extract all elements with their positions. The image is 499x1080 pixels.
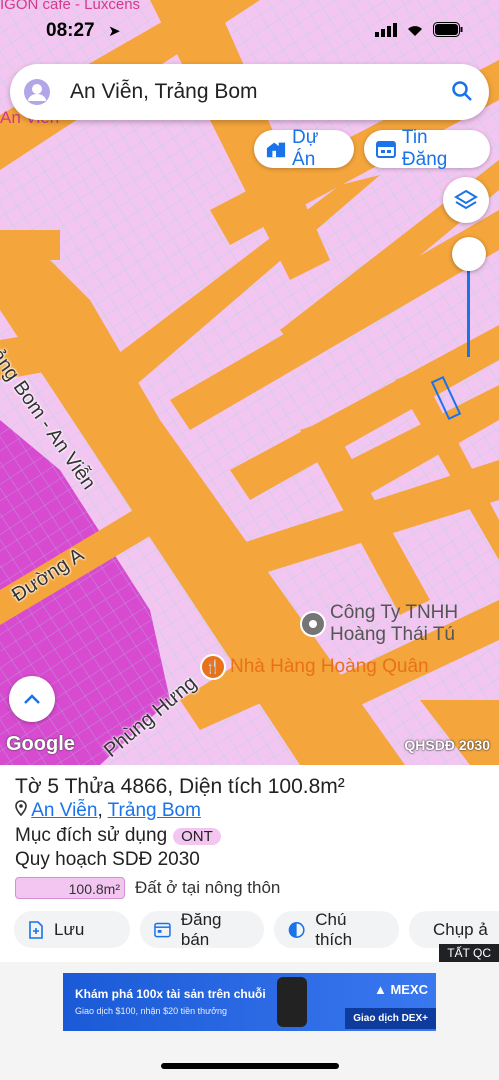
location-separator: , <box>97 800 103 821</box>
plan-label: Quy hoạch SDĐ 2030 <box>15 849 200 870</box>
place-pin-icon[interactable] <box>300 611 326 637</box>
expand-panel-button[interactable] <box>9 676 55 722</box>
wifi-icon <box>408 26 422 36</box>
chevron-up-icon <box>24 694 40 704</box>
home-indicator[interactable] <box>161 1063 339 1069</box>
location-pin-icon <box>15 800 27 817</box>
ad-brand: ▲ MEXC <box>374 982 428 997</box>
layers-icon <box>454 189 478 210</box>
background-label: IGON cafe - Luxcens <box>0 0 141 13</box>
add-file-icon <box>29 920 43 939</box>
du-an-button[interactable]: Dự Án <box>254 127 354 170</box>
mexc-logo-icon: ▲ <box>373 982 387 997</box>
restaurant-icon[interactable]: 🍴 <box>200 654 226 680</box>
ad-headline: Khám phá 100x tài sản trên chuỗi <box>75 987 266 1001</box>
contrast-icon <box>288 921 305 938</box>
location-arrow-icon: ➤ <box>108 23 121 40</box>
poi-cong-ty[interactable]: Công Ty TNHH Hoàng Thái Tú <box>330 602 458 646</box>
save-button[interactable]: Lưu <box>14 911 130 948</box>
google-logo: Google <box>6 733 75 755</box>
capture-label: Chụp ả <box>433 919 488 939</box>
calendar-icon <box>154 922 171 937</box>
calendar-icon <box>376 141 396 158</box>
purpose-row: Mục đích sử dụng ONT <box>15 825 221 847</box>
search-bar[interactable]: An Viễn, Trảng Bom <box>10 64 489 120</box>
layers-button[interactable] <box>443 177 489 223</box>
parcel-title: Tờ 5 Thửa 4866, Diện tích 100.8m² <box>15 775 345 798</box>
plan-legend: 100.8m² Đất ở tại nông thôn <box>15 876 280 900</box>
battery-icon <box>433 22 463 37</box>
du-an-label: Dự Án <box>292 127 319 170</box>
ad-subline: Giao dịch $100, nhận $20 tiền thưởng <box>75 1006 228 1016</box>
post-button[interactable]: Đăng bán <box>140 909 264 949</box>
poi-name-line1: Công Ty TNHH <box>330 602 459 623</box>
avatar-icon[interactable] <box>24 79 50 105</box>
post-label: Đăng bán <box>180 909 222 949</box>
purpose-label: Mục đích sử dụng <box>15 825 168 846</box>
legend-description: Đất ở tại nông thôn <box>135 878 281 897</box>
poi-name-line2: Hoàng Thái Tú <box>330 624 455 645</box>
capture-button[interactable]: Chụp ả <box>409 911 499 948</box>
search-input[interactable]: An Viễn, Trảng Bom <box>70 80 258 104</box>
ad-brand-name: MEXC <box>390 982 428 997</box>
legend-button[interactable]: Chú thích <box>274 909 399 949</box>
search-icon[interactable] <box>451 80 473 102</box>
tin-dang-button[interactable]: Tin Đăng <box>364 127 490 170</box>
ad-cta: Giao dịch DEX+ <box>345 1008 436 1029</box>
ad-banner[interactable]: Khám phá 100x tài sản trên chuỗi Giao dị… <box>63 973 436 1031</box>
district-link[interactable]: Trảng Bom <box>108 800 201 821</box>
close-ads-button[interactable]: TẤT QC <box>439 944 499 962</box>
save-label: Lưu <box>54 919 85 939</box>
layer-label: QHSDĐ 2030 <box>404 737 490 753</box>
purpose-badge: ONT <box>173 828 221 845</box>
ad-phone-image <box>277 977 307 1027</box>
ward-link[interactable]: An Viễn <box>31 800 97 821</box>
legend-swatch: 100.8m² <box>15 877 125 899</box>
building-icon <box>266 142 286 158</box>
status-time: 08:27 <box>46 20 95 41</box>
signal-icon <box>375 22 397 37</box>
poi-nha-hang[interactable]: Nhà Hàng Hoàng Quân <box>230 656 429 678</box>
tin-dang-label: Tin Đăng <box>401 127 448 170</box>
legend-label: Chú thích <box>315 909 353 949</box>
parcel-location: An Viễn, Trảng Bom <box>15 800 201 822</box>
opacity-slider-handle[interactable] <box>452 237 486 271</box>
status-bar: IGON cafe - Luxcens 08:27 ➤ <box>0 0 499 50</box>
status-icons <box>375 22 463 37</box>
